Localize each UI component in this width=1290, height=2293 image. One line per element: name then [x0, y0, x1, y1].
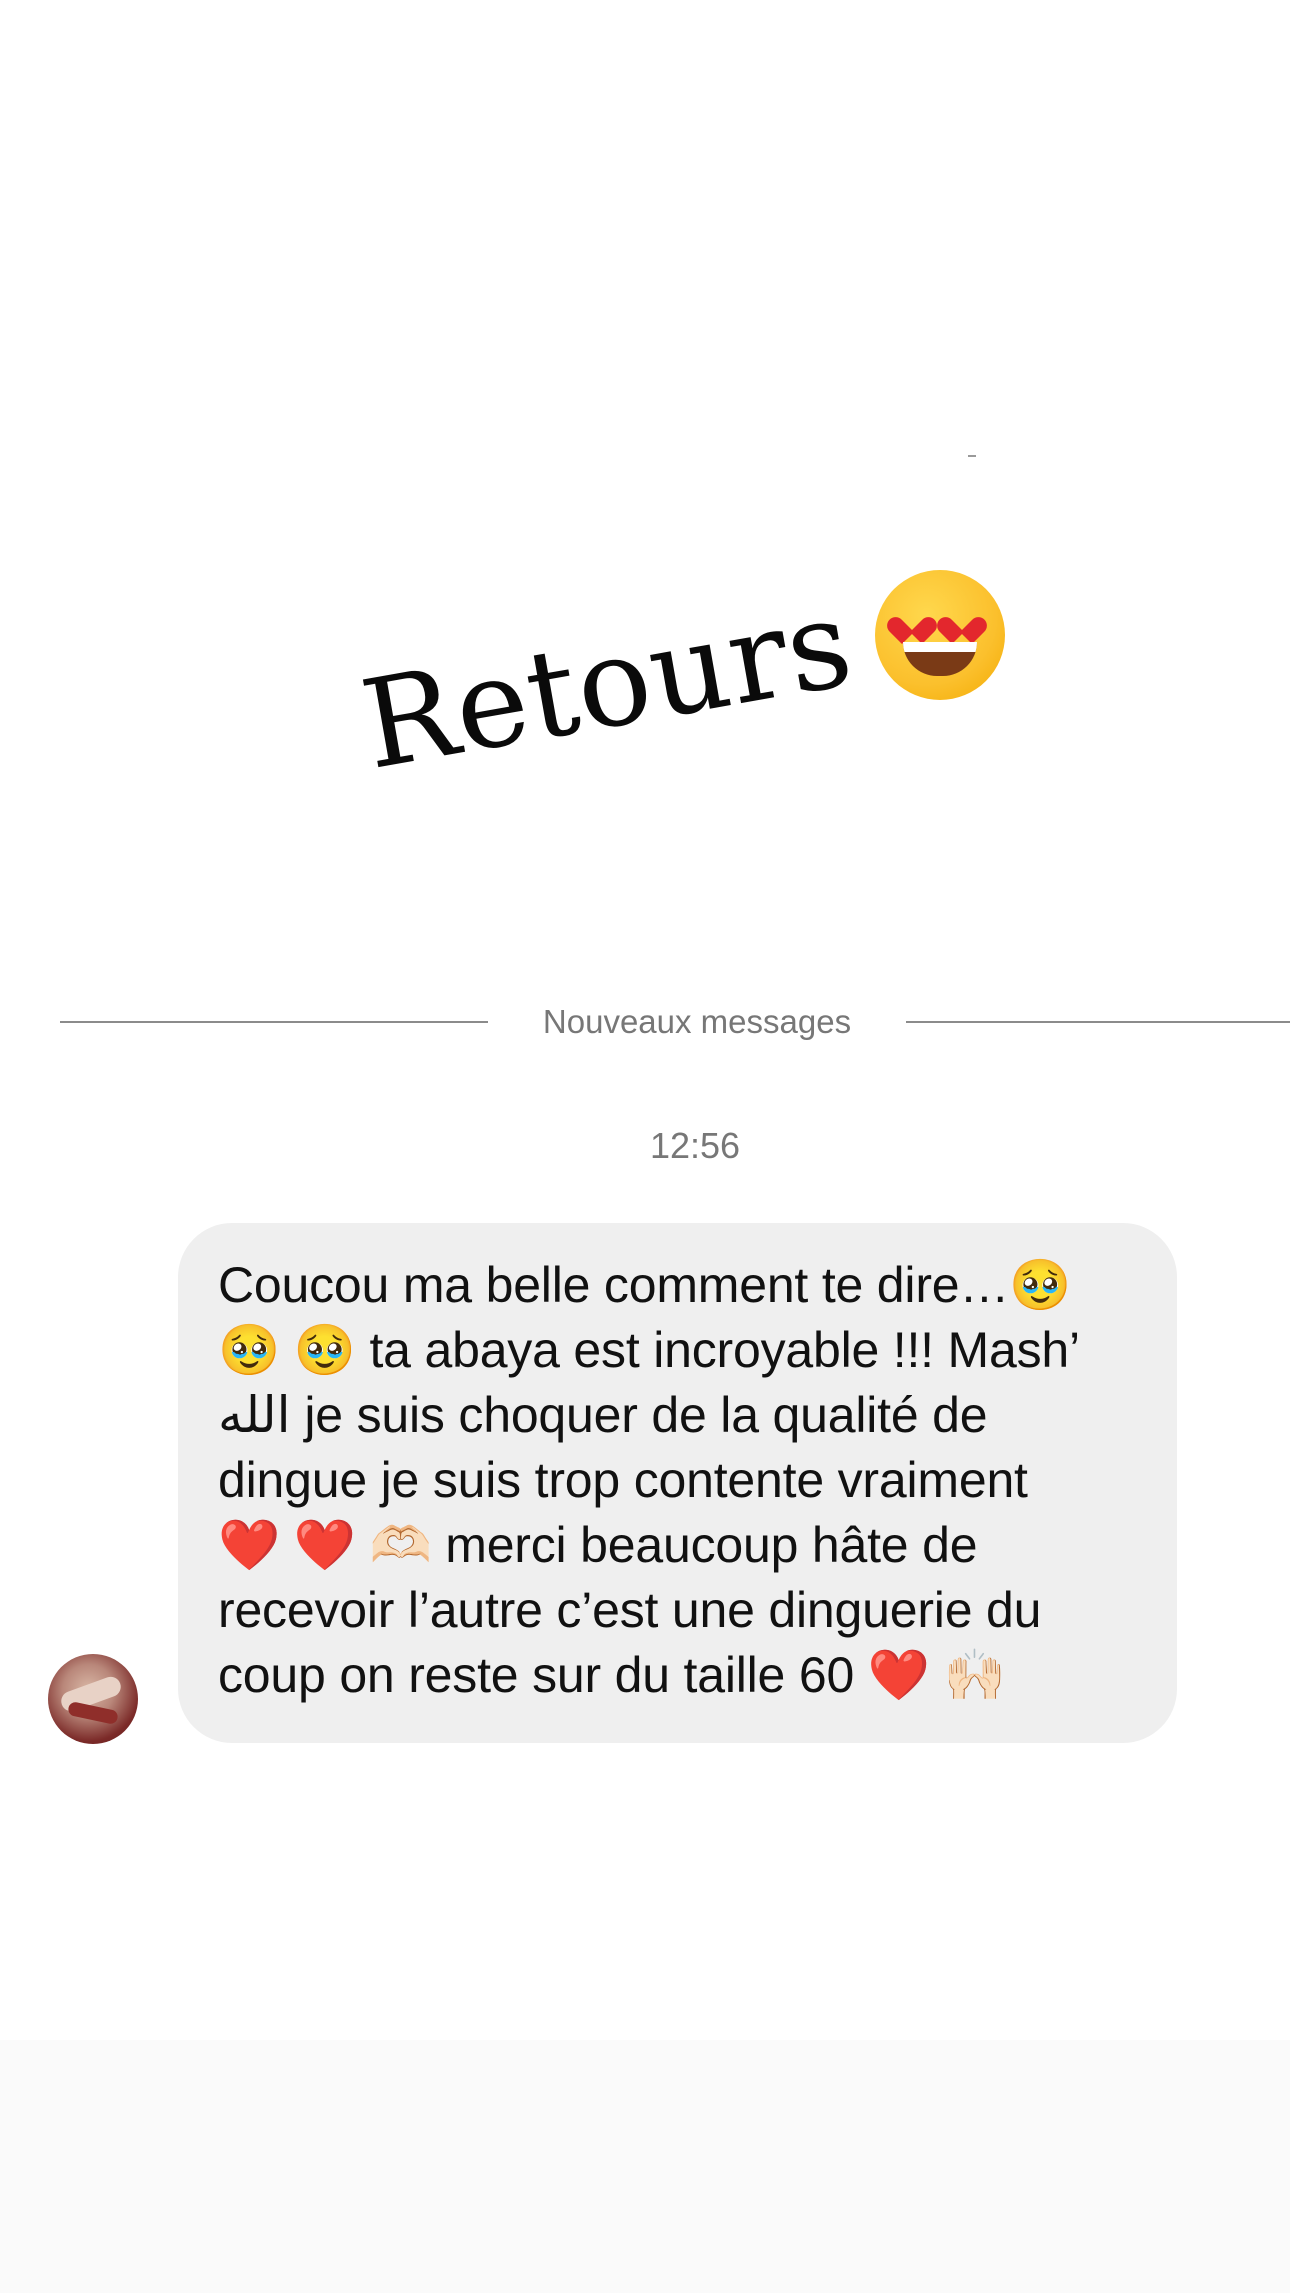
story-title: Retours	[352, 540, 1055, 840]
divider-line-right	[906, 1021, 1290, 1023]
divider-label: Nouveaux messages	[542, 1003, 852, 1040]
new-messages-divider: Nouveaux messages	[0, 1002, 1290, 1042]
sender-avatar[interactable]	[48, 1654, 138, 1744]
smile-icon	[903, 642, 977, 676]
heart-eye-right-icon	[947, 606, 977, 634]
message-text: Coucou ma belle comment te dire…🥹 🥹 🥹 ta…	[218, 1257, 1080, 1703]
tiny-mark	[968, 455, 976, 457]
heart-eye-left-icon	[897, 606, 927, 634]
message-bubble[interactable]: Coucou ma belle comment te dire…🥹 🥹 🥹 ta…	[178, 1223, 1177, 1743]
message-timestamp: 12:56	[649, 1125, 741, 1166]
bottom-fade	[0, 2040, 1290, 2293]
divider-line-left	[60, 1021, 488, 1023]
title-text: Retours	[352, 571, 863, 797]
heart-eyes-emoji-icon	[875, 570, 1005, 700]
